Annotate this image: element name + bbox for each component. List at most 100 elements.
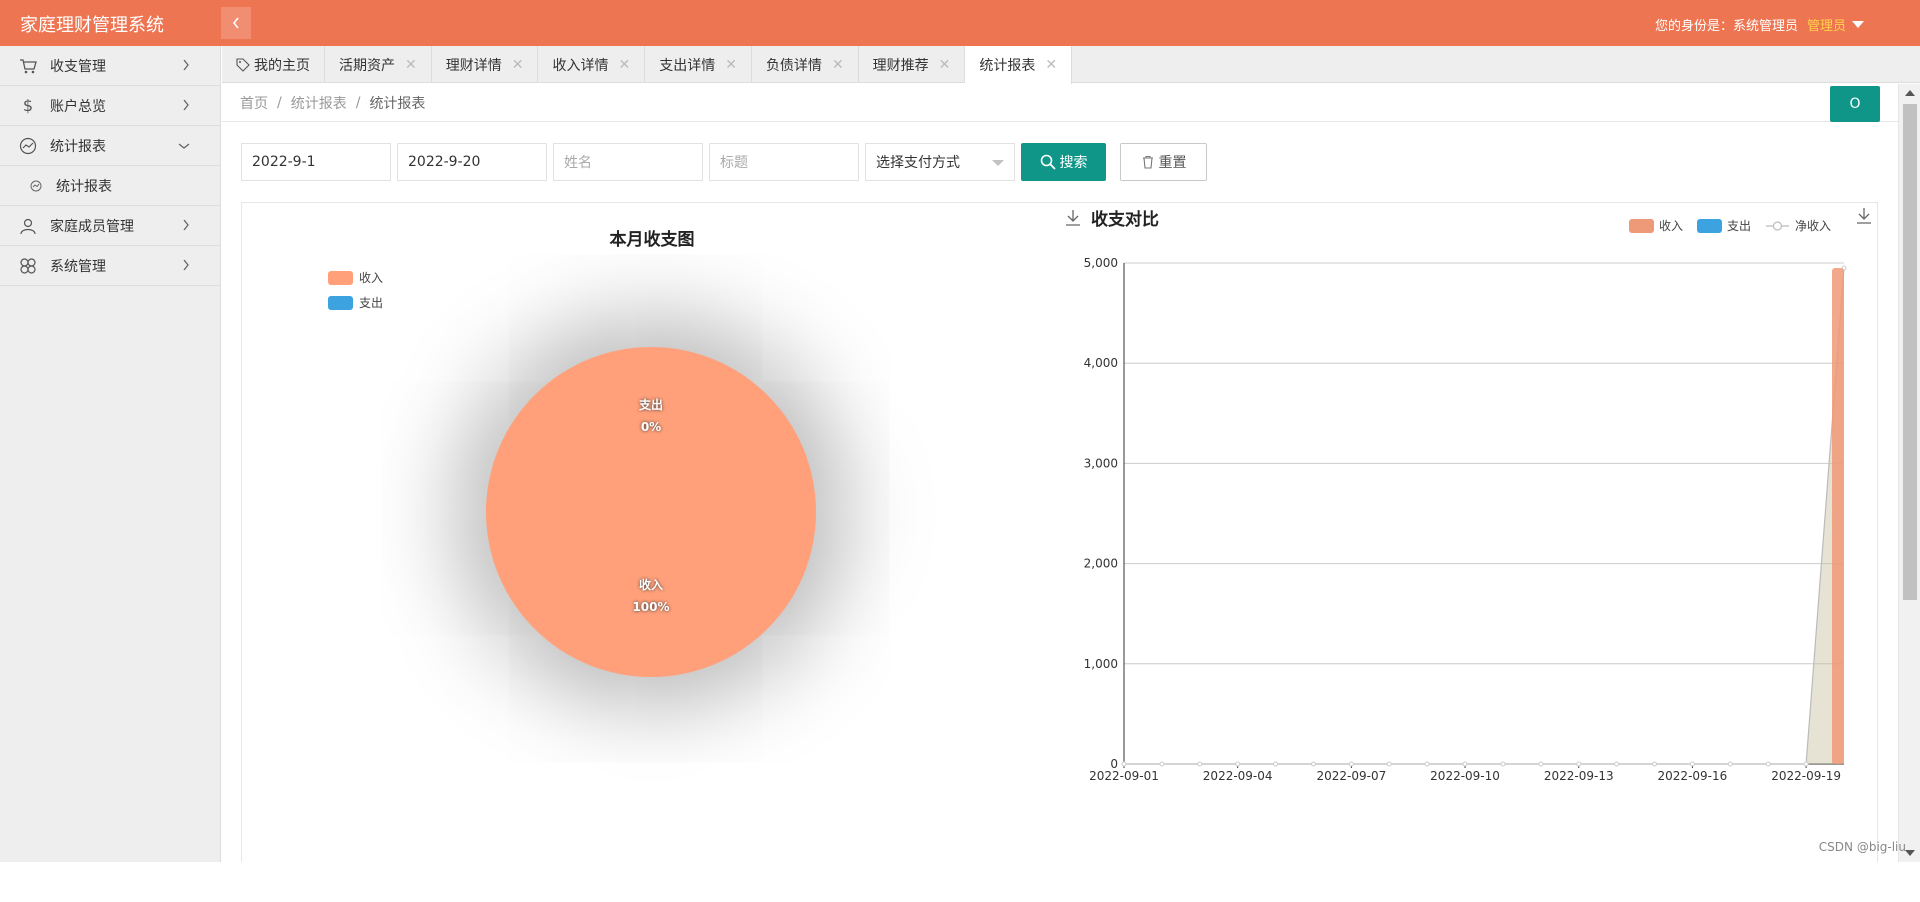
payment-method-value: 选择支付方式	[876, 155, 960, 171]
series-line-net-income	[1124, 267, 1845, 765]
tab-label: 理财推荐	[872, 57, 929, 74]
series-point-net-income	[1500, 761, 1506, 767]
tab-current-assets[interactable]: 活期资产 ✕	[325, 46, 432, 83]
tab-income-details[interactable]: 收入详情 ✕	[538, 46, 646, 83]
start-date-input[interactable]: 2022-9-1	[241, 143, 391, 181]
user-icon	[18, 216, 38, 236]
bar-income	[1832, 268, 1844, 764]
reset-label: 重置	[1158, 155, 1187, 171]
series-point-net-income	[1310, 761, 1316, 767]
tab-home[interactable]: 我的主页	[222, 46, 325, 83]
sidebar-subitem-reports[interactable]: 统计报表	[0, 166, 220, 206]
y-tick-label: 3,000	[1084, 456, 1118, 470]
tab-bar: 我的主页 活期资产 ✕ 理财详情 ✕ 收入详情 ✕ 支出详情 ✕ 负债详情 ✕ …	[222, 46, 1920, 84]
chevron-right-icon	[183, 99, 189, 111]
sidebar-item-reports[interactable]: 统计报表	[0, 126, 220, 166]
close-icon[interactable]: ✕	[1045, 57, 1057, 73]
series-point-net-income	[1614, 761, 1620, 767]
breadcrumb-current: 统计报表	[369, 95, 426, 112]
sidebar-collapse-button[interactable]	[221, 7, 251, 39]
chevron-down-icon	[992, 160, 1004, 166]
series-point-net-income	[1159, 761, 1165, 767]
chevron-right-icon	[183, 59, 189, 71]
chevron-left-icon	[232, 17, 239, 29]
scroll-down-icon[interactable]	[1905, 850, 1915, 856]
reset-button[interactable]: 重置	[1120, 143, 1207, 181]
filter-bar: 2022-9-1 2022-9-20 姓名 标题 选择支付方式 搜索 重置	[241, 143, 1207, 181]
series-point-net-income	[1803, 761, 1809, 767]
breadcrumb-home[interactable]: 首页	[240, 93, 268, 113]
sidebar-item-label: 收支管理	[50, 58, 106, 75]
sidebar-subitem-label: 统计报表	[56, 178, 112, 195]
trend-icon	[18, 136, 38, 156]
chart-panel: 本月收支图 收入 支出 支出 0% 收入 100% 收支对比 收入 支出 净收入…	[241, 202, 1878, 862]
series-point-net-income	[1121, 761, 1127, 767]
user-menu[interactable]: 管理员	[1807, 15, 1864, 34]
name-input[interactable]: 姓名	[553, 143, 703, 181]
payment-method-select[interactable]: 选择支付方式	[865, 143, 1015, 181]
dollar-icon: $	[22, 96, 34, 115]
x-tick-label: 2022-09-04	[1203, 769, 1273, 783]
tab-expense-details[interactable]: 支出详情 ✕	[645, 46, 752, 83]
x-tick-label: 2022-09-13	[1544, 769, 1614, 783]
y-tick-label: 4,000	[1084, 356, 1118, 370]
series-point-net-income	[1235, 761, 1241, 767]
series-point-net-income	[1576, 761, 1582, 767]
tab-debt-details[interactable]: 负债详情 ✕	[752, 46, 859, 83]
close-icon[interactable]: ✕	[725, 57, 737, 73]
cart-icon	[18, 56, 38, 76]
series-point-net-income	[1652, 761, 1658, 767]
app-root: 家庭理财管理系统 您的身份是：系统管理员 管理员 收支管理 $ 账户总览 统计报…	[0, 0, 1920, 862]
tab-label: 活期资产	[339, 57, 395, 74]
series-point-net-income	[1386, 761, 1392, 767]
tab-finance-details[interactable]: 理财详情 ✕	[432, 46, 539, 83]
vertical-scrollbar[interactable]	[1898, 84, 1920, 862]
close-icon[interactable]: ✕	[405, 57, 417, 73]
close-icon[interactable]: ✕	[832, 57, 844, 73]
app-title: 家庭理财管理系统	[20, 15, 164, 36]
tab-label: 负债详情	[765, 57, 822, 74]
tab-reports[interactable]: 统计报表 ✕	[965, 46, 1073, 84]
end-date-input[interactable]: 2022-9-20	[397, 143, 547, 181]
x-tick-label: 2022-09-07	[1316, 769, 1386, 783]
sidebar-item-system[interactable]: 系统管理	[0, 246, 220, 286]
sidebar-item-accounts[interactable]: $ 账户总览	[0, 86, 220, 126]
caret-down-icon	[1852, 21, 1864, 28]
close-icon[interactable]: ✕	[939, 57, 951, 73]
sidebar-item-label: 家庭成员管理	[50, 218, 134, 235]
tag-icon	[236, 57, 250, 72]
title-input[interactable]: 标题	[709, 143, 859, 181]
x-tick-label: 2022-09-19	[1771, 769, 1841, 783]
scrollbar-thumb[interactable]	[1903, 104, 1917, 600]
sidebar-item-family[interactable]: 家庭成员管理	[0, 206, 220, 246]
x-tick-label: 2022-09-01	[1089, 769, 1159, 783]
series-point-net-income	[1727, 761, 1733, 767]
chevron-down-icon	[178, 143, 190, 149]
footer-credit: CSDN @big-liu	[1818, 840, 1906, 854]
tab-finance-recommend[interactable]: 理财推荐 ✕	[859, 46, 966, 83]
scroll-up-icon[interactable]	[1905, 90, 1915, 96]
trend-icon	[30, 179, 44, 193]
series-point-net-income	[1197, 761, 1203, 767]
close-icon[interactable]: ✕	[512, 57, 524, 73]
sidebar: 收支管理 $ 账户总览 统计报表 统计报表 家庭成员管理 系统管理	[0, 46, 221, 862]
user-name: 管理员	[1806, 19, 1846, 34]
sidebar-item-income-expense[interactable]: 收支管理	[0, 46, 220, 86]
series-point-net-income	[1348, 761, 1354, 767]
series-point-net-income	[1538, 761, 1544, 767]
top-header: 家庭理财管理系统 您的身份是：系统管理员 管理员	[0, 0, 1920, 46]
close-icon[interactable]: ✕	[618, 57, 630, 73]
refresh-button[interactable]: O	[1830, 86, 1880, 122]
series-point-net-income	[1273, 761, 1279, 767]
search-button[interactable]: 搜索	[1021, 143, 1106, 181]
series-point-net-income	[1765, 761, 1771, 767]
y-tick-label: 5,000	[1084, 256, 1118, 270]
chevron-right-icon	[183, 259, 189, 271]
y-tick-label: 2,000	[1084, 557, 1118, 571]
series-point-net-income	[1689, 761, 1695, 767]
trash-icon	[1142, 155, 1153, 169]
breadcrumb: 首页 / 统计报表 / 统计报表 O	[222, 84, 1898, 122]
sidebar-item-label: 账户总览	[50, 98, 106, 115]
search-label: 搜索	[1059, 155, 1088, 171]
breadcrumb-section[interactable]: 统计报表	[291, 93, 347, 113]
